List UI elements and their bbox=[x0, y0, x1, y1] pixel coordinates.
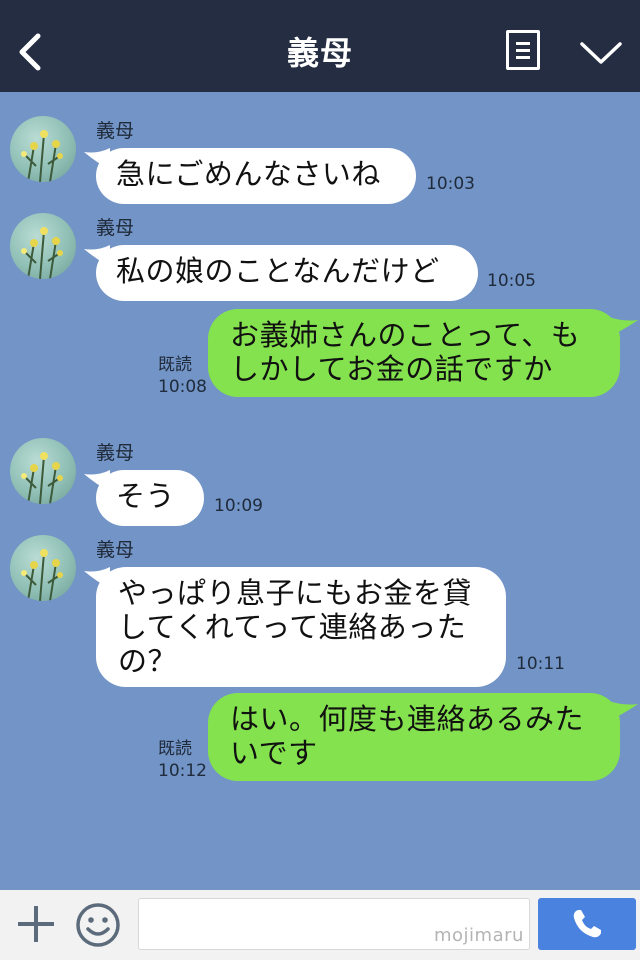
message-bubble[interactable]: お義姉さんのことって、もしかしてお金の話ですか bbox=[208, 309, 620, 397]
read-label: 既読 bbox=[158, 355, 192, 375]
sender-name: 義母 bbox=[96, 539, 135, 561]
menu-list-icon[interactable] bbox=[506, 30, 540, 70]
message-time: 10:05 bbox=[487, 271, 536, 291]
read-label: 既読 bbox=[158, 739, 192, 759]
chat-title: 義母 bbox=[286, 34, 353, 72]
emoji-icon[interactable] bbox=[75, 902, 121, 948]
message-bubble[interactable]: 私の娘のことなんだけど bbox=[96, 245, 478, 301]
message-bubble[interactable]: そう bbox=[96, 470, 204, 526]
sender-name: 義母 bbox=[96, 442, 135, 464]
message-text: やっぱり息子にもお金を貸してくれてって連絡あったの？ bbox=[118, 576, 473, 678]
plus-icon[interactable] bbox=[16, 904, 56, 944]
message-time: 10:11 bbox=[516, 654, 565, 674]
message-bubble[interactable]: やっぱり息子にもお金を貸してくれてって連絡あったの？ bbox=[96, 567, 506, 687]
message-bubble[interactable]: はい。何度も連絡あるみたいです bbox=[208, 693, 620, 781]
read-status: 既読 10:12 bbox=[158, 738, 207, 782]
message-text: 急にごめんなさいね bbox=[116, 157, 381, 191]
message-time: 10:09 bbox=[214, 496, 263, 516]
avatar[interactable] bbox=[10, 213, 76, 279]
message-bubble[interactable]: 急にごめんなさいね bbox=[96, 148, 416, 204]
message-text: はい。何度も連絡あるみたいです bbox=[230, 702, 585, 770]
avatar[interactable] bbox=[10, 535, 76, 601]
message-time: 10:12 bbox=[158, 761, 207, 781]
chevron-down-icon[interactable] bbox=[578, 38, 624, 68]
message-time: 10:03 bbox=[426, 174, 475, 194]
message-text: お義姉さんのことって、もしかしてお金の話ですか bbox=[230, 318, 581, 386]
message-time: 10:08 bbox=[158, 377, 207, 397]
chat-header: 義母 bbox=[0, 0, 640, 92]
call-button[interactable] bbox=[538, 898, 636, 950]
phone-icon bbox=[573, 910, 601, 938]
watermark: mojimaru bbox=[434, 925, 524, 946]
avatar[interactable] bbox=[10, 116, 76, 182]
message-text: 私の娘のことなんだけど bbox=[116, 254, 440, 288]
message-text: そう bbox=[116, 479, 176, 513]
sender-name: 義母 bbox=[96, 217, 135, 239]
sender-name: 義母 bbox=[96, 120, 135, 142]
avatar[interactable] bbox=[10, 438, 76, 504]
read-status: 既読 10:08 bbox=[158, 354, 207, 398]
message-list[interactable]: 義母 急にごめんなさいね 10:03 義母 私の娘のことなんだけど 10:05 … bbox=[0, 92, 640, 890]
